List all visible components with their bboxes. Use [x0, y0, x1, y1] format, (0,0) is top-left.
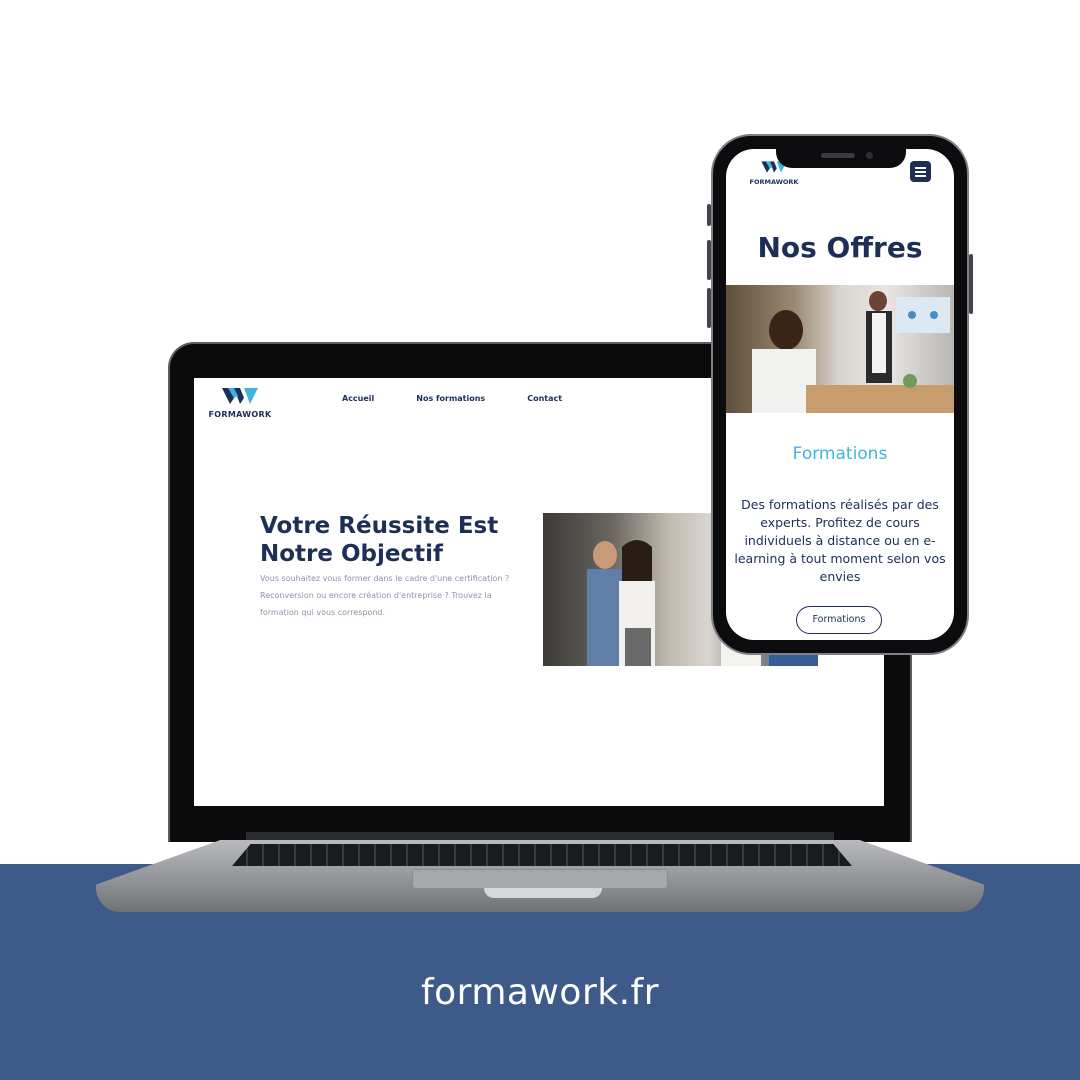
formations-button[interactable]: Formations	[796, 606, 882, 634]
nav-contact[interactable]: Contact	[527, 394, 562, 403]
phone-speaker	[821, 153, 855, 158]
site-url[interactable]: formawork.fr	[0, 972, 1080, 1013]
hero-text: Vous souhaitez vous former dans le cadre…	[260, 574, 510, 617]
main-nav: Accueil Nos formations Contact	[342, 394, 562, 403]
phone-power-button	[969, 254, 973, 314]
phone-screen: FORMAWORK Nos Offres Formations Des form…	[726, 149, 954, 640]
hamburger-menu-button[interactable]	[910, 161, 931, 182]
formawork-logo[interactable]: FORMAWORK	[208, 386, 272, 419]
offres-photo	[726, 285, 954, 413]
phone-volume-up	[707, 240, 711, 280]
logo-text: FORMAWORK	[749, 178, 799, 186]
logo-text: FORMAWORK	[208, 410, 272, 419]
hero-title: Votre Réussite Est Notre Objectif	[260, 513, 499, 567]
nav-accueil[interactable]: Accueil	[342, 394, 374, 403]
page-title: Nos Offres	[757, 231, 923, 264]
nav-nos-formations[interactable]: Nos formations	[416, 394, 485, 403]
section-subtitle: Formations	[792, 444, 888, 464]
phone-camera	[866, 152, 873, 159]
laptop-notch	[484, 888, 602, 898]
formawork-logo-icon	[222, 388, 258, 404]
hamburger-icon	[915, 166, 926, 169]
laptop-keyboard	[232, 844, 852, 866]
section-description: Des formations réalisés par des experts.…	[734, 497, 946, 584]
phone-volume-down	[707, 288, 711, 328]
laptop-trackpad	[412, 869, 668, 889]
phone-side-button	[707, 204, 711, 226]
